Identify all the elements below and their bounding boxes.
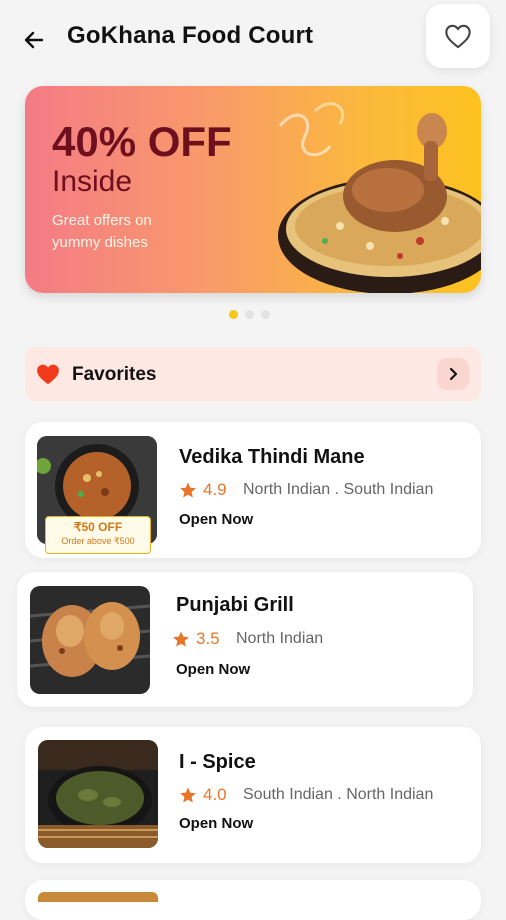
open-status: Open Now [179,511,254,528]
open-status: Open Now [179,815,254,832]
app-header: GoKhana Food Court [0,0,506,80]
restaurant-cuisine: North Indian . South Indian [243,481,434,498]
favorites-label: Favorites [72,364,157,385]
offer-condition: Order above ₹500 [61,536,135,546]
carousel-dot[interactable] [261,310,270,319]
page-title: GoKhana Food Court [67,22,314,49]
banner-description: Great offers on yummy dishes [52,212,152,251]
restaurant-card[interactable]: Punjabi Grill 3.5 North Indian Open Now [17,572,473,707]
restaurant-name: Vedika Thindi Mane [179,446,365,468]
offer-badge: ₹50 OFF Order above ₹500 [45,516,151,554]
favorites-chevron-button[interactable] [437,358,469,390]
restaurant-card[interactable]: I - Spice 4.0 South Indian . North India… [25,727,481,863]
biryani-dish-image [278,102,481,293]
star-icon [180,787,196,803]
heart-filled-icon [37,364,59,385]
rating-value: 4.0 [203,785,227,804]
carousel-dot-active[interactable] [229,310,238,319]
star-icon [180,482,196,498]
grilled-chicken-image [30,586,150,694]
banner-headline: 40% OFF [52,118,232,165]
restaurant-image [38,740,158,848]
heart-outline-icon [445,24,471,49]
restaurant-cuisine: North Indian [236,630,324,647]
rating-value: 3.5 [196,629,220,648]
promo-banner[interactable]: 40% OFF Inside Great offers on yummy dis… [25,86,481,293]
back-button[interactable] [18,24,50,56]
restaurant-name: Punjabi Grill [176,594,294,616]
restaurant-card[interactable] [25,880,481,920]
rating-value: 4.9 [203,480,227,499]
curry-dish-image [38,740,158,848]
restaurant-cuisine: South Indian . North Indian [243,786,434,803]
favorite-button[interactable] [426,4,490,68]
arrow-left-icon [24,31,44,49]
restaurant-image [38,892,158,902]
banner-subheadline: Inside [52,165,133,198]
open-status: Open Now [176,661,251,678]
favorites-row[interactable]: Favorites [25,347,481,401]
star-icon [173,631,189,647]
restaurant-rating: 3.5 North Indian [172,629,323,649]
restaurant-name: I - Spice [179,751,256,773]
carousel-dot[interactable] [245,310,254,319]
carousel-indicator [229,310,270,319]
restaurant-rating: 4.0 South Indian . North Indian [179,785,433,805]
restaurant-card[interactable]: ₹50 OFF Order above ₹500 Vedika Thindi M… [25,422,481,558]
offer-amount: ₹50 OFF [73,520,123,534]
chevron-right-icon [449,367,458,381]
restaurant-rating: 4.9 North Indian . South Indian [179,480,433,500]
restaurant-image [30,586,150,694]
